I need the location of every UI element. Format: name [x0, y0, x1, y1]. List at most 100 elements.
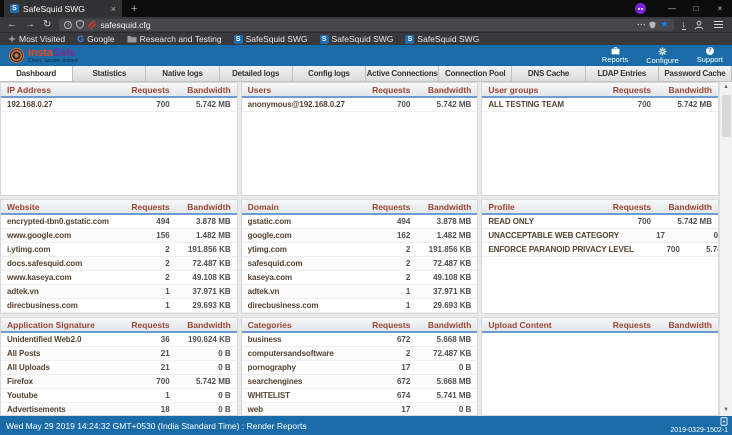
scroll-up-icon[interactable]: ▲ [723, 84, 729, 91]
nav-tab[interactable]: Dashboard [0, 66, 73, 81]
column-header-requests[interactable]: Requests [364, 202, 410, 212]
table-row[interactable]: Unidentified Web2.036190.624 KB [1, 333, 237, 347]
bookmark-google[interactable]: G Google [77, 34, 114, 44]
maximize-button[interactable]: □ [684, 4, 708, 13]
table-row[interactable]: All Posts210 B [1, 347, 237, 361]
bookmark-star-icon[interactable]: ★ [660, 19, 668, 30]
column-header-bandwidth[interactable]: Bandwidth [651, 85, 712, 95]
configure-button[interactable]: Configure [646, 47, 679, 65]
url-text[interactable]: safesquid.cfg [100, 20, 150, 30]
account-icon[interactable] [694, 20, 704, 30]
bookmark-safesquid-1[interactable]: S SafeSquid SWG [234, 34, 308, 44]
table-row[interactable]: safebrowsing.googleapis.com21.365 KB [242, 313, 478, 314]
column-header-bandwidth[interactable]: Bandwidth [651, 320, 712, 330]
table-row[interactable]: ENFORCE PARANOID PRIVACY LEVEL7005.742 M… [482, 243, 718, 257]
nav-tab[interactable]: Password Cache [659, 66, 732, 81]
column-header-bandwidth[interactable]: Bandwidth [410, 85, 471, 95]
column-header-bandwidth[interactable]: Bandwidth [170, 85, 231, 95]
table-row[interactable]: safebrowsing.googleapis.com21.365 KB [1, 313, 237, 314]
column-header-bandwidth[interactable]: Bandwidth [410, 202, 471, 212]
nav-tab[interactable]: Active Connections [366, 66, 439, 81]
nav-tab[interactable]: Statistics [73, 66, 146, 81]
table-row[interactable]: i.ytimg.com2191.856 KB [1, 243, 237, 257]
tab-close-icon[interactable]: × [111, 4, 116, 14]
table-row[interactable]: Youtube10 B [1, 389, 237, 403]
column-header-requests[interactable]: Requests [605, 85, 651, 95]
column-header-requests[interactable]: Requests [364, 320, 410, 330]
table-row[interactable]: pornography170 B [242, 361, 478, 375]
menu-icon[interactable] [714, 24, 723, 25]
nav-tab[interactable]: Native logs [146, 66, 219, 81]
row-bandwidth: 49.108 KB [410, 273, 471, 282]
tracking-protection-icon[interactable] [76, 20, 84, 29]
browser-tab[interactable]: S SafeSquid SWG × [4, 0, 122, 17]
table-row[interactable]: kaseya.com249.108 KB [242, 271, 478, 285]
table-row[interactable]: READ ONLY7005.742 MB [482, 215, 718, 229]
report-file-icon[interactable] [720, 417, 728, 426]
nav-tab[interactable]: Detailed logs [220, 66, 293, 81]
table-row[interactable]: UNACCEPTABLE WEB CATEGORY170 B [482, 229, 718, 243]
minimize-button[interactable]: — [660, 4, 684, 13]
forward-icon[interactable]: → [25, 20, 35, 30]
scroll-down-icon[interactable]: ▼ [723, 407, 729, 414]
table-row[interactable]: ALL TESTING TEAM7005.742 MB [482, 98, 718, 112]
table-row[interactable]: Firefox7005.742 MB [1, 375, 237, 389]
vertical-scrollbar[interactable]: ▲ ▼ [719, 82, 732, 416]
table-row[interactable]: adtek.vn137.971 KB [242, 285, 478, 299]
url-bar[interactable]: i safesquid.cfg ⋯ ★ [59, 19, 673, 31]
bookmark-folder-research[interactable]: Research and Testing [127, 34, 222, 44]
table-row[interactable]: encrypted-tbn0.gstatic.com4943.878 MB [1, 215, 237, 229]
nav-tab[interactable]: DNS Cache [512, 66, 585, 81]
table-row[interactable]: direcbusiness.com129.693 KB [242, 299, 478, 313]
table-row[interactable]: direcbusiness.com129.693 KB [1, 299, 237, 313]
bookmark-safesquid-3[interactable]: S SafeSquid SWG [405, 34, 479, 44]
column-header-bandwidth[interactable]: Bandwidth [170, 202, 231, 212]
proxy-indicator-icon[interactable] [88, 21, 96, 29]
table-row[interactable]: gstatic.com4943.878 MB [242, 215, 478, 229]
column-header-bandwidth[interactable]: Bandwidth [410, 320, 471, 330]
page-info-icon[interactable]: i [64, 21, 72, 29]
table-row[interactable]: anonymous@192.168.0.277005.742 MB [242, 98, 478, 112]
reload-icon[interactable]: ↻ [43, 20, 51, 30]
new-tab-button[interactable]: + [131, 4, 137, 14]
nav-tab[interactable]: LDAP Entries [586, 66, 659, 81]
table-row[interactable]: business6725.668 MB [242, 333, 478, 347]
downloads-icon[interactable]: ↓ [682, 20, 687, 30]
close-button[interactable]: × [708, 4, 732, 13]
nav-tab[interactable]: Connection Pool [439, 66, 512, 81]
table-row[interactable]: Advertisements180 B [1, 403, 237, 416]
table-row[interactable]: ytimg.com2191.856 KB [242, 243, 478, 257]
table-row[interactable]: google.com1621.482 MB [242, 229, 478, 243]
table-row[interactable]: web170 B [242, 403, 478, 416]
reports-button[interactable]: Reports [602, 47, 628, 65]
row-bandwidth: 191.856 KB [410, 245, 471, 254]
column-header-requests[interactable]: Requests [605, 320, 651, 330]
table-row[interactable]: www.google.com1561.482 MB [1, 229, 237, 243]
table-row[interactable]: All Uploads210 B [1, 361, 237, 375]
bookmark-most-visited[interactable]: Most Visited [8, 34, 65, 44]
scrollbar-thumb[interactable] [722, 95, 731, 137]
table-row[interactable]: 192.168.0.277005.742 MB [1, 98, 237, 112]
page-actions-icon[interactable]: ⋯ [637, 19, 646, 30]
back-icon[interactable]: ← [7, 20, 17, 30]
column-header-bandwidth[interactable]: Bandwidth [651, 202, 712, 212]
table-row[interactable]: WHITELIST6745.741 MB [242, 389, 478, 403]
extension-badge-icon[interactable] [635, 3, 646, 14]
column-header-requests[interactable]: Requests [124, 85, 170, 95]
shield-icon[interactable] [649, 21, 656, 29]
support-button[interactable]: ? Support [697, 47, 723, 65]
column-header-bandwidth[interactable]: Bandwidth [170, 320, 231, 330]
nav-tab[interactable]: Config logs [293, 66, 366, 81]
column-header-requests[interactable]: Requests [124, 202, 170, 212]
row-requests: 1 [124, 391, 170, 400]
table-row[interactable]: searchengines6725.668 MB [242, 375, 478, 389]
table-row[interactable]: docs.safesquid.com272.487 KB [1, 257, 237, 271]
column-header-requests[interactable]: Requests [605, 202, 651, 212]
table-row[interactable]: www.kaseya.com249.108 KB [1, 271, 237, 285]
table-row[interactable]: adtek.vn137.971 KB [1, 285, 237, 299]
bookmark-safesquid-2[interactable]: S SafeSquid SWG [320, 34, 394, 44]
table-row[interactable]: computersandsoftware272.487 KB [242, 347, 478, 361]
column-header-requests[interactable]: Requests [364, 85, 410, 95]
table-row[interactable]: safesquid.com272.487 KB [242, 257, 478, 271]
column-header-requests[interactable]: Requests [124, 320, 170, 330]
